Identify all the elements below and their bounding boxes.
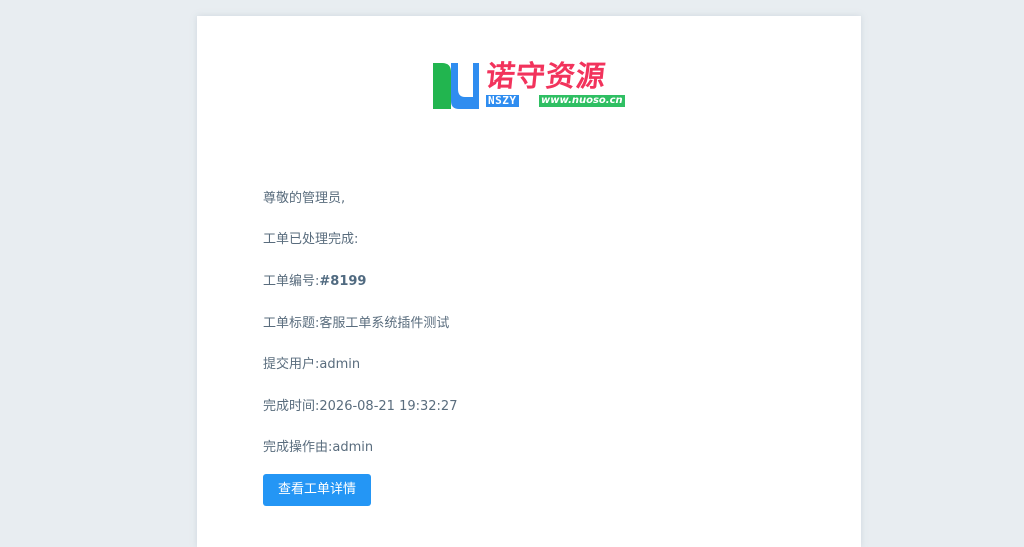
site-logo: 诺守资源 NSZY www.nuoso.cn: [433, 59, 625, 111]
completed-by-value: admin: [332, 440, 374, 455]
view-ticket-details-button[interactable]: 查看工单详情: [263, 474, 371, 506]
submitter-value: admin: [319, 357, 361, 372]
intro-text: 工单已处理完成:: [263, 232, 359, 247]
ticket-number-label: 工单编号:: [263, 274, 320, 289]
completion-time-value: 2026-08-21 19:32:27: [319, 399, 458, 414]
completion-time-label: 完成时间:: [263, 399, 320, 414]
completed-by-row: 完成操作由:admin: [263, 439, 373, 457]
ticket-title-label: 工单标题:: [263, 316, 320, 331]
logo-url: www.nuoso.cn: [539, 95, 625, 107]
greeting-text: 尊敬的管理员,: [263, 191, 346, 206]
completion-time-row: 完成时间:2026-08-21 19:32:27: [263, 398, 457, 416]
ticket-title-value: 客服工单系统插件测试: [319, 316, 450, 331]
logo-title: 诺守资源: [484, 59, 608, 93]
logo-abbreviation: NSZY: [486, 94, 519, 107]
ticket-number-row: 工单编号:#8199: [263, 273, 366, 291]
completed-by-label: 完成操作由:: [263, 440, 333, 455]
submitter-label: 提交用户:: [263, 357, 320, 372]
email-card: 诺守资源 NSZY www.nuoso.cn 尊敬的管理员, 工单已处理完成: …: [197, 16, 861, 547]
submitter-row: 提交用户:admin: [263, 356, 360, 374]
ticket-title-row: 工单标题:客服工单系统插件测试: [263, 315, 449, 333]
ticket-number-value: #8199: [319, 274, 367, 289]
logo-mark-icon: [433, 63, 479, 109]
